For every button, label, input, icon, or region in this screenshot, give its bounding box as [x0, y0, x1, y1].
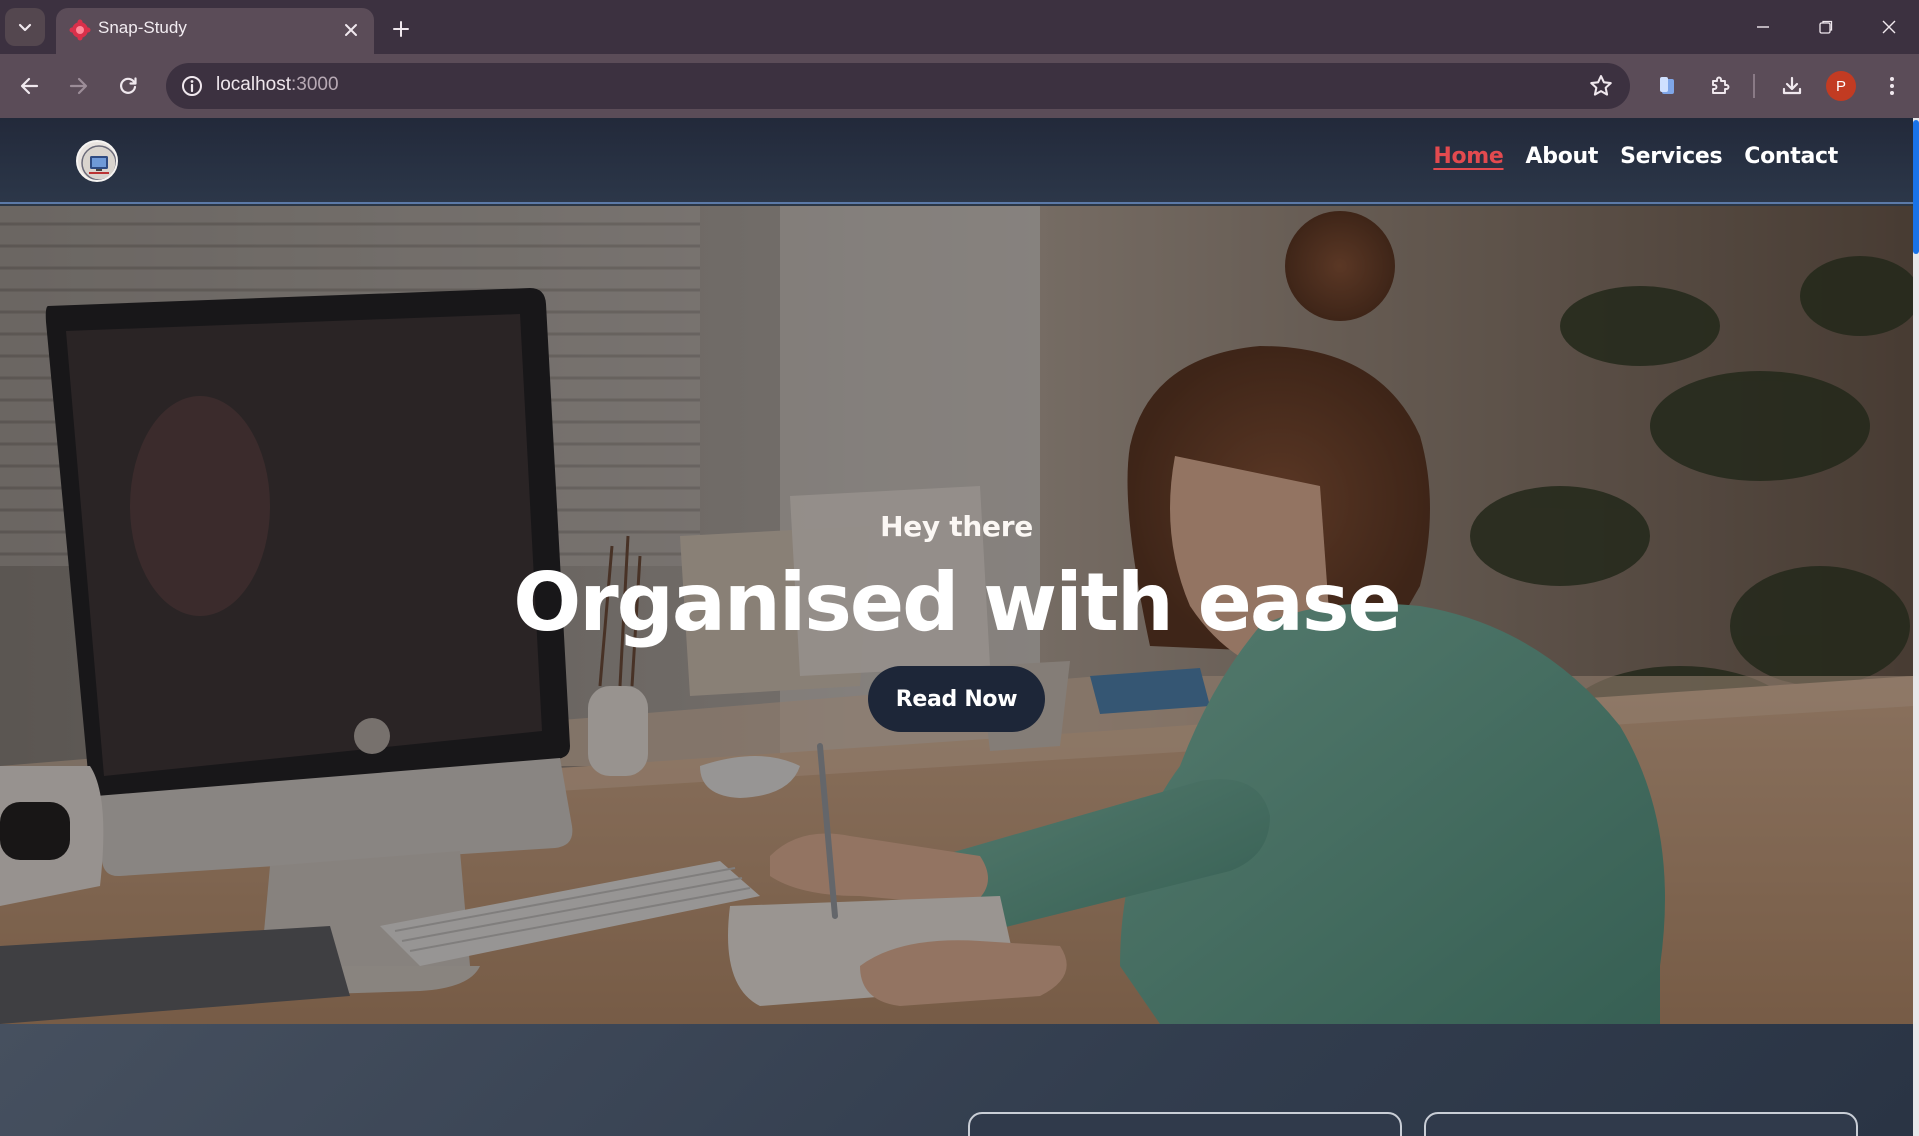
tab-strip: Snap-Study — [0, 0, 1919, 54]
address-bar[interactable]: localhost:3000 — [166, 63, 1630, 109]
hero-subtitle: Hey there — [880, 510, 1033, 543]
bookmark-star-icon[interactable] — [1588, 73, 1614, 99]
site-navbar: Home About Services Contact — [0, 118, 1913, 204]
toolbar-separator — [1753, 74, 1755, 98]
page-viewport: Home About Services Contact Hey there Or… — [0, 118, 1919, 1136]
url-port: :3000 — [291, 74, 339, 95]
site-info-icon[interactable] — [180, 74, 204, 98]
next-section — [0, 1024, 1913, 1136]
close-window-button[interactable] — [1866, 8, 1912, 46]
chevron-down-icon — [18, 23, 32, 32]
downloads-button[interactable] — [1774, 68, 1810, 104]
arrow-left-icon — [20, 77, 39, 95]
plus-icon — [393, 21, 409, 37]
document-icon — [1660, 77, 1674, 94]
reading-mode-button[interactable] — [1650, 68, 1686, 104]
download-icon — [1782, 76, 1802, 95]
reload-icon — [120, 77, 137, 94]
forward-button[interactable] — [60, 68, 96, 104]
browser-menu-button[interactable] — [1874, 68, 1910, 104]
close-icon — [345, 24, 357, 36]
read-now-button[interactable]: Read Now — [868, 666, 1045, 732]
restore-icon — [1819, 20, 1833, 34]
hero-title: Organised with ease — [513, 556, 1402, 649]
more-vert-icon — [1890, 77, 1894, 95]
restore-button[interactable] — [1803, 8, 1849, 46]
scrollbar-track[interactable] — [1913, 118, 1919, 1136]
close-icon — [1882, 20, 1896, 34]
extensions-button[interactable] — [1702, 68, 1738, 104]
favicon-icon — [69, 19, 91, 41]
tab-close-button[interactable] — [340, 19, 362, 41]
arrow-right-icon — [69, 77, 88, 95]
service-card — [1424, 1112, 1858, 1136]
nav-links: Home About Services Contact — [1433, 144, 1838, 169]
nav-link-home[interactable]: Home — [1433, 144, 1503, 169]
url-host: localhost — [216, 74, 291, 95]
site-logo[interactable] — [76, 140, 118, 182]
minimize-button[interactable] — [1740, 8, 1786, 46]
nav-link-about[interactable]: About — [1526, 144, 1599, 169]
logo-emblem-icon — [81, 145, 116, 180]
scrollbar-thumb[interactable] — [1913, 120, 1919, 254]
new-tab-button[interactable] — [386, 14, 416, 44]
service-card — [968, 1112, 1402, 1136]
reload-button[interactable] — [110, 68, 146, 104]
nav-link-contact[interactable]: Contact — [1744, 144, 1838, 169]
url-text: localhost:3000 — [216, 74, 339, 96]
minimize-icon — [1757, 26, 1769, 28]
back-button[interactable] — [12, 68, 48, 104]
tab-title: Snap-Study — [98, 18, 187, 37]
hero-section: Hey there Organised with ease Read Now — [0, 206, 1913, 1024]
browser-tab[interactable]: Snap-Study — [56, 8, 374, 54]
tab-search-button[interactable] — [5, 8, 45, 46]
puzzle-icon — [1712, 76, 1730, 94]
nav-link-services[interactable]: Services — [1620, 144, 1722, 169]
profile-avatar[interactable]: P — [1826, 71, 1856, 101]
